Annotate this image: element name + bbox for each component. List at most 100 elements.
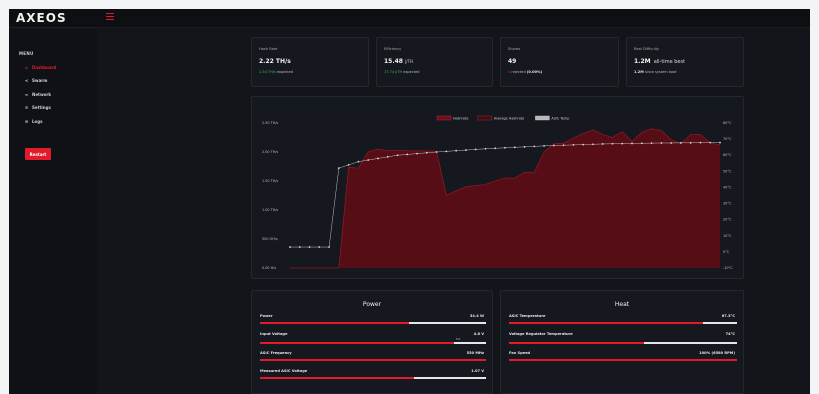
sidebar-item-dashboard[interactable]: ⌂ Dashboard	[24, 63, 56, 71]
sidebar-item-swarm[interactable]: ≺ Swarm	[24, 76, 48, 84]
asic-temperature-bar	[509, 322, 737, 324]
difficulty-boot-value: 1.2M	[634, 70, 644, 74]
hashrate-expected: 1.54 TH/s expected	[259, 70, 293, 74]
legend-swatch	[477, 115, 493, 121]
sidebar-item-label: Swarm	[32, 77, 48, 83]
sidebar-title: MENU	[19, 51, 34, 56]
temp-point	[416, 152, 418, 155]
hashrate-chart-card: 0.00 H/s 500 GH/s 1.00 TH/s 1.50 TH/s 2.00 T…	[251, 96, 744, 279]
top-bar: AXEOS	[9, 9, 810, 28]
temp-point	[386, 155, 389, 158]
difficulty-since-boot: 1.2M since system boot	[634, 70, 677, 74]
y-axis-left-tick: 2.00 TH/s	[262, 150, 278, 154]
shares-card: Shares 49 0 rejected (0.00%)	[500, 37, 619, 87]
power-row-value: 34.4 W	[469, 314, 484, 318]
temp-point	[640, 142, 643, 145]
legend-swatch	[436, 115, 452, 121]
temp-point	[435, 151, 438, 153]
sidebar: MENU ⌂ Dashboard ≺ Swarm ≈ Network ✲ Set…	[9, 29, 97, 394]
efficiency-expected-text: expected	[403, 70, 420, 74]
restart-button[interactable]: Restart	[25, 148, 51, 160]
temp-point	[337, 167, 340, 170]
temp-point	[504, 146, 506, 149]
efficiency-card: Efficiency 15.48 J/TH 17.74 J/TH expecte…	[376, 37, 493, 87]
temp-point	[455, 149, 458, 152]
y-axis-left-tick: 0.00 H/s	[262, 266, 276, 270]
y-axis-right-tick: 50°C	[723, 169, 732, 173]
y-axis-right-tick: -10°C	[723, 266, 733, 270]
temp-point	[689, 141, 692, 144]
legend-label: Average Hashrate	[494, 117, 524, 121]
temp-point	[582, 143, 585, 146]
temp-point	[513, 146, 516, 149]
difficulty-label: Best Difficulty	[634, 47, 660, 51]
input-voltage-value: 4.8 V	[473, 332, 484, 336]
temp-point	[494, 147, 497, 150]
vr-temperature-bar-fill	[509, 342, 644, 344]
power-row-label: Power	[260, 314, 273, 318]
input-voltage-marker: 5.0	[456, 338, 461, 341]
vr-temperature-label: Voltage Regulator Temperature	[509, 332, 573, 336]
temp-point	[533, 145, 536, 148]
hashrate-chart: 0.00 H/s 500 GH/s 1.00 TH/s 1.50 TH/s 2.00 T…	[262, 115, 733, 270]
asic-voltage-label: Measured ASIC Voltage	[260, 369, 308, 373]
fan-speed-label: Fan Speed	[509, 351, 531, 355]
asic-temperature-bar-fill	[509, 322, 703, 324]
app-logo: AXEOS	[16, 11, 67, 25]
shares-value: 49	[508, 58, 517, 65]
sidebar-item-label: Logs	[32, 118, 43, 124]
menu-toggle-icon[interactable]	[106, 13, 114, 20]
temp-point	[377, 157, 379, 160]
temp-point	[523, 145, 526, 148]
temp-point	[318, 246, 321, 248]
shares-rejected-pct: (0.00%)	[526, 70, 543, 74]
difficulty-suffix: all-time best	[653, 59, 686, 65]
sidebar-item-label: Settings	[32, 104, 51, 110]
hashrate-expected-value: 1.54 TH/s	[259, 70, 276, 74]
y-axis-left-tick: 2.50 TH/s	[262, 121, 278, 125]
asic-frequency-bar-fill	[260, 359, 486, 361]
temp-point	[552, 144, 555, 147]
temp-point	[592, 143, 594, 146]
temp-point	[367, 159, 370, 161]
temp-point	[631, 142, 633, 145]
temp-point	[699, 141, 702, 144]
hashrate-expected-text: expected	[276, 70, 294, 74]
input-voltage-bar	[260, 342, 486, 344]
y-axis-right-tick: 0°C	[723, 250, 730, 254]
efficiency-number: 15.48	[384, 58, 403, 65]
power-title: Power	[362, 301, 382, 308]
y-axis-right-tick: 40°C	[723, 185, 732, 189]
temp-point	[406, 153, 409, 156]
sidebar-item-settings[interactable]: ✲ Settings	[24, 103, 51, 111]
heat-title: Heat	[614, 301, 630, 308]
gear-icon: ✲	[24, 104, 29, 110]
temp-point	[425, 151, 428, 154]
shares-rejected: 0 rejected (0.00%)	[508, 70, 542, 74]
sidebar-item-network[interactable]: ≈ Network	[24, 90, 51, 98]
temp-point	[611, 142, 614, 145]
asic-temperature-value: 67.3°C	[721, 314, 735, 318]
fan-speed-bar-fill	[509, 359, 737, 361]
efficiency-expected-value: 17.74 J/TH	[384, 70, 403, 74]
temp-point	[357, 160, 360, 163]
y-axis-left-tick: 1.00 TH/s	[262, 208, 278, 212]
list-icon: ≡	[24, 118, 29, 124]
difficulty-value: 1.2M all-time best	[634, 58, 685, 65]
hashrate-card: Hash Rate 2.22 TH/s 1.54 TH/s expected	[251, 37, 369, 87]
shares-rejected-value: 0	[508, 70, 511, 74]
temp-point	[347, 163, 350, 166]
power-bar-fill	[260, 322, 410, 324]
y-axis-right-tick: 30°C	[723, 202, 732, 206]
efficiency-expected: 17.74 J/TH expected	[384, 70, 419, 74]
temp-point	[308, 246, 311, 248]
y-axis-left-tick: 1.50 TH/s	[262, 179, 278, 183]
temp-point	[650, 142, 653, 145]
temp-point	[474, 148, 477, 151]
power-card: Power Power 34.4 W Input Voltage 4.8 V 5…	[251, 290, 493, 394]
hashrate-area	[290, 128, 720, 268]
y-axis-right-tick: 60°C	[723, 153, 732, 157]
sidebar-item-logs[interactable]: ≡ Logs	[24, 117, 43, 125]
temp-point	[562, 144, 565, 147]
difficulty-boot-text: since system boot	[644, 70, 677, 74]
